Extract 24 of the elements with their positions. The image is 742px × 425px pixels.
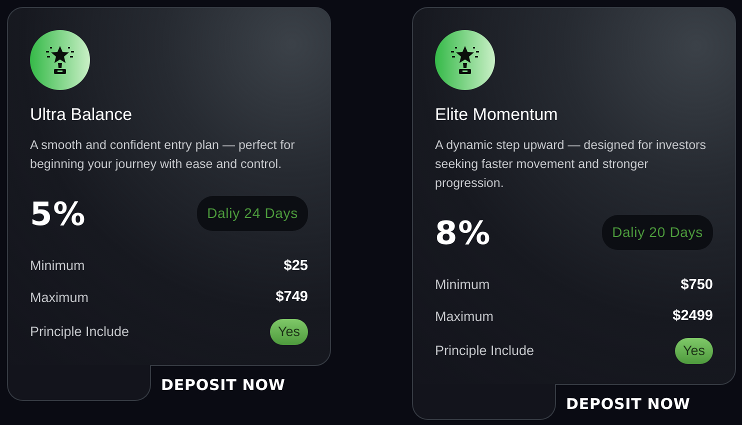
plan-term: Daliy 20 Days bbox=[602, 215, 713, 250]
deposit-button[interactable]: DEPOSIT NOW bbox=[566, 393, 690, 416]
detail-label: Maximum bbox=[435, 308, 494, 326]
detail-value: $2499 bbox=[672, 307, 713, 326]
detail-value: $25 bbox=[284, 256, 308, 276]
plan-description: A smooth and confident entry plan — perfect for beginning your journey with ease and control. bbox=[30, 136, 296, 173]
plan-rate: 5% bbox=[30, 194, 86, 234]
detail-label: Principle Include bbox=[435, 342, 534, 360]
deposit-button[interactable]: DEPOSIT NOW bbox=[161, 374, 286, 397]
principle-tag: Yes bbox=[270, 319, 308, 346]
trophy-star-icon bbox=[46, 45, 74, 75]
principle-tag: Yes bbox=[674, 338, 713, 364]
plan-title: Elite Momentum bbox=[435, 104, 559, 126]
detail-value: $750 bbox=[680, 276, 713, 294]
detail-label: Minimum bbox=[435, 276, 490, 294]
trophy-star-icon bbox=[451, 45, 479, 75]
detail-value: $749 bbox=[276, 288, 308, 308]
detail-label: Minimum bbox=[30, 257, 85, 276]
plan-rate: 8% bbox=[435, 212, 491, 254]
detail-label: Principle Include bbox=[30, 323, 130, 341]
plan-description: A dynamic step upward — designed for investors seeking faster movement and stronger progression. bbox=[435, 136, 707, 192]
detail-label: Maximum bbox=[30, 289, 89, 307]
plan-title: Ultra Balance bbox=[30, 104, 134, 126]
plan-term: Daliy 24 Days bbox=[197, 196, 308, 231]
